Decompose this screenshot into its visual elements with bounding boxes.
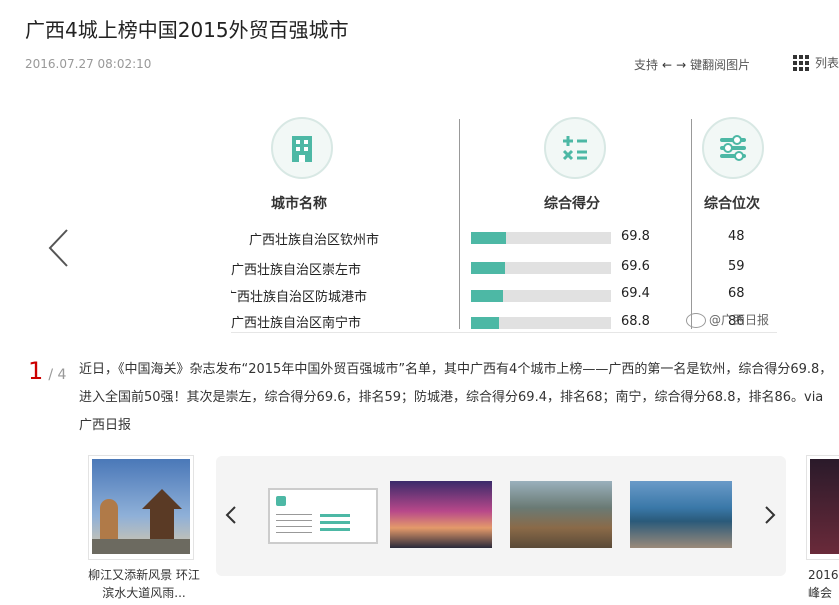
city-name: 广西壮族自治区钦州市 [249, 233, 380, 248]
rank-value: 59 [728, 259, 745, 274]
divider [459, 119, 460, 329]
related-caption-left[interactable]: 柳江又添新风景 环江滨水大道风雨... [88, 566, 200, 602]
page-title: 广西4城上榜中国2015外贸百强城市 [25, 18, 349, 42]
weibo-icon [686, 313, 706, 328]
related-gallery-right[interactable] [806, 455, 839, 560]
list-view-button[interactable]: 列表 [793, 54, 839, 71]
slide-counter: 1 / 4 [28, 357, 66, 385]
score-value: 68.8 [621, 314, 650, 329]
city-name: 广西壮族自治区防城港市 [231, 290, 368, 305]
column-rank: 综合位次 [704, 196, 760, 212]
related-thumbnail [92, 459, 190, 554]
thumbnail-1-selected[interactable] [268, 488, 378, 544]
city-name: 广西壮族自治区南宁市 [231, 316, 362, 331]
city-name: 广西壮族自治区崇左市 [231, 263, 362, 278]
sliders-icon [702, 117, 764, 179]
watermark-text: @广西日报 [709, 313, 770, 327]
strip-next-button[interactable] [760, 500, 780, 530]
current-slide: 1 [28, 357, 44, 385]
calculator-icon [544, 117, 606, 179]
score-bar [471, 232, 611, 244]
publish-date: 2016.07.27 08:02:10 [25, 57, 152, 71]
prev-arrow-icon [48, 229, 68, 267]
related-thumbnail [810, 459, 839, 554]
slide-description: 近日，《中国海关》杂志发布“2015年中国外贸百强城市”名单，其中广西有4个城市… [79, 362, 833, 433]
chevron-right-icon [765, 506, 776, 524]
rank-value: 48 [728, 229, 745, 244]
support-label: 支持 [634, 58, 659, 72]
list-label: 列表 [815, 56, 839, 70]
right-arrow-icon: → [676, 57, 687, 72]
thumbnail-4[interactable] [630, 481, 732, 548]
column-score: 综合得分 [544, 196, 600, 212]
keyboard-hint: 支持 ← → 键翻阅图片 [634, 56, 750, 73]
related-gallery-left[interactable] [88, 455, 194, 560]
divider [691, 119, 692, 329]
score-bar [471, 317, 611, 329]
score-bar [471, 262, 611, 274]
watermark: @广西日报 [686, 311, 769, 328]
total-slides: / 4 [48, 367, 67, 383]
score-bar [471, 290, 611, 302]
thumbnail-3[interactable] [510, 481, 612, 548]
rank-value: 68 [728, 286, 745, 301]
chevron-left-icon [225, 506, 236, 524]
flip-label: 键翻阅图片 [690, 58, 751, 72]
related-caption-right[interactable]: 2016 峰会 [808, 566, 839, 602]
left-arrow-icon: ← [662, 57, 673, 72]
building-icon [271, 117, 333, 179]
score-value: 69.6 [621, 259, 650, 274]
score-value: 69.4 [621, 286, 650, 301]
column-city: 城市名称 [271, 196, 327, 212]
grid-list-icon [793, 54, 809, 71]
score-value: 69.8 [621, 229, 650, 244]
slide-image: 城市名称 综合得分 综合位次 广西壮族自治区钦州市 69.8 48 广西壮族自治… [231, 99, 777, 333]
thumbnail-2[interactable] [390, 481, 492, 548]
strip-prev-button[interactable] [221, 500, 241, 530]
prev-slide-button[interactable] [45, 228, 75, 268]
